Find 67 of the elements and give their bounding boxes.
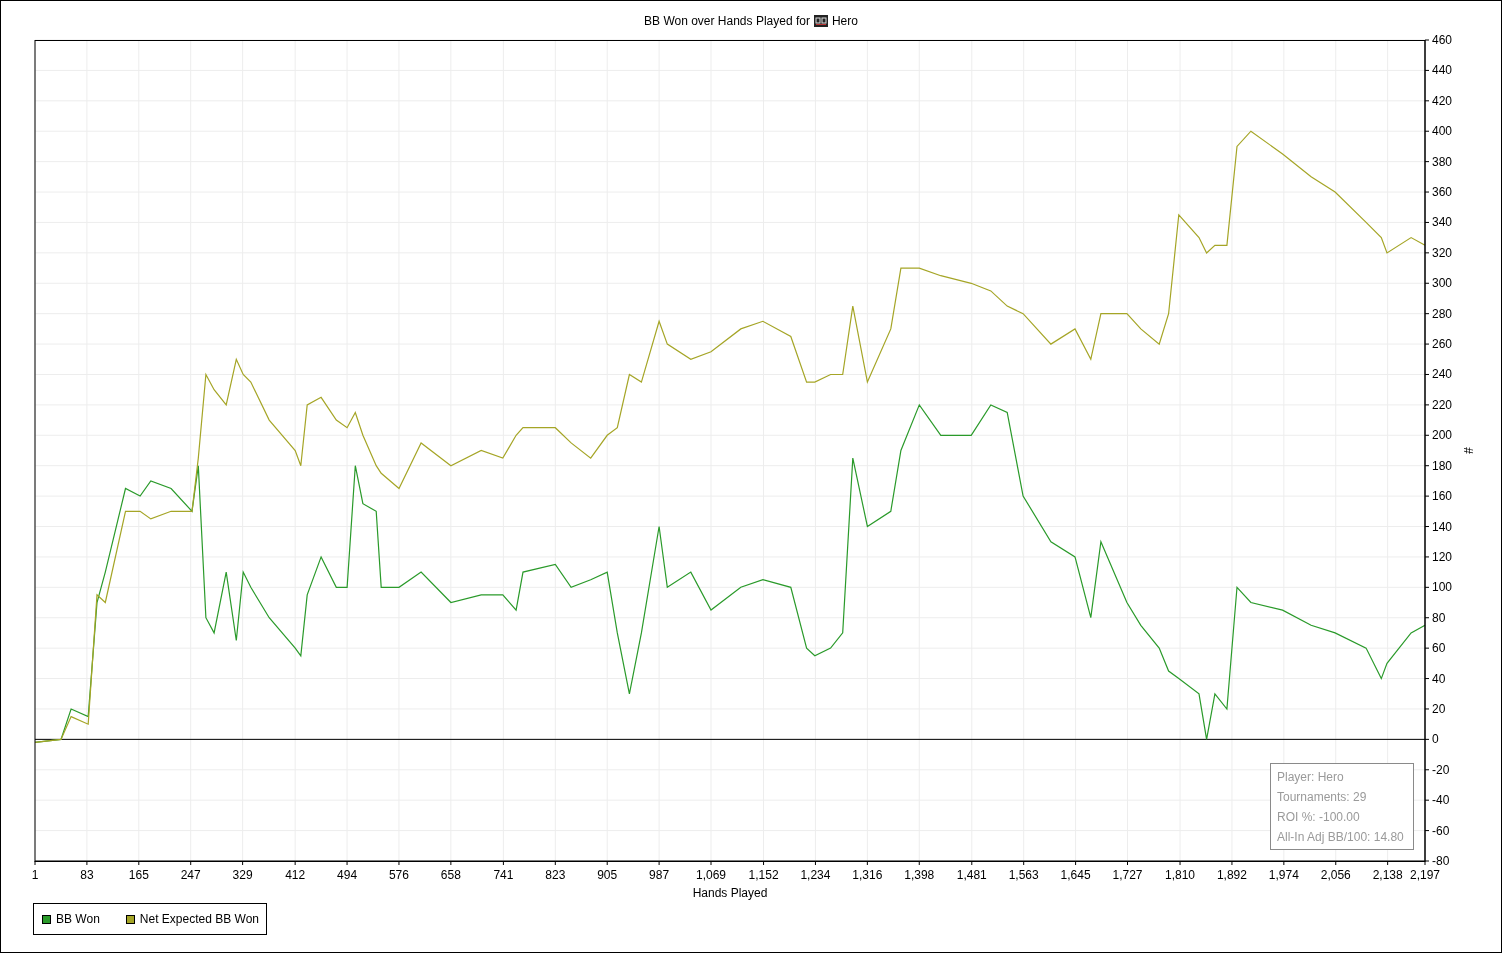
axis-tick-label: 1,234	[800, 868, 831, 882]
axis-tick-label: 2,197	[1410, 868, 1440, 882]
axis-tick-label: 140	[1432, 519, 1453, 534]
axis-tick-label: 165	[128, 868, 149, 882]
axis-tick-label: 80	[1432, 610, 1446, 625]
axis-tick-label: 120	[1432, 549, 1453, 564]
axis-tick-label: 160	[1432, 489, 1453, 504]
axis-tick-label: 1,727	[1112, 868, 1143, 882]
axis-tick-label: 400	[1432, 124, 1453, 139]
axis-tick-label: 741	[493, 868, 514, 882]
axis-tick-label: 100	[1432, 580, 1453, 595]
axis-tick-label: 1,481	[956, 868, 987, 882]
site-logo-icon	[813, 14, 828, 27]
axis-tick-label: 180	[1432, 458, 1453, 473]
axis-tick-label: 280	[1432, 306, 1453, 321]
stat-text: Player: Hero	[1277, 769, 1345, 786]
axis-tick-label: -20	[1432, 762, 1450, 777]
axis-tick-label: 1,974	[1268, 868, 1299, 882]
axis-tick-label: 40	[1432, 671, 1446, 686]
axis-tick-label: 420	[1432, 93, 1453, 108]
axis-tick-label: 2,138	[1372, 868, 1403, 882]
axis-tick-label: -40	[1432, 793, 1450, 808]
axis-tick-label: 1,810	[1165, 868, 1196, 882]
axis-tick-label: 380	[1432, 154, 1453, 169]
axis-tick-label: 440	[1432, 63, 1453, 78]
axis-tick-label: 83	[80, 868, 94, 882]
axis-tick-label: 220	[1432, 397, 1453, 412]
axis-tick-label: 1,069	[696, 868, 727, 882]
stat-text: Tournaments: 29	[1277, 789, 1368, 806]
stat-text: ROI %: -100.00	[1277, 809, 1361, 826]
axis-tick-label: 2,056	[1320, 868, 1351, 882]
axis-tick-label: 200	[1432, 428, 1453, 443]
axis-tick-label: 1,563	[1008, 868, 1039, 882]
axis-tick-label: 905	[597, 868, 618, 882]
axis-tick-label: 1,892	[1216, 868, 1247, 882]
axis-tick-label: 0	[1432, 732, 1439, 747]
axis-tick-label: 987	[649, 868, 670, 882]
axis-tick-label: 320	[1432, 245, 1453, 260]
axis-tick-label: -80	[1432, 854, 1450, 868]
axis-tick-label: 823	[545, 868, 566, 882]
axis-tick-label: 60	[1432, 641, 1446, 656]
axis-tick-label: 260	[1432, 337, 1453, 352]
stat-text: All-In Adj BB/100: 14.80	[1277, 829, 1405, 846]
axis-tick-label: 360	[1432, 185, 1453, 200]
axis-tick-label: 1,645	[1060, 868, 1091, 882]
axis-tick-label: 1,316	[852, 868, 883, 882]
legend-label: Net Expected BB Won	[139, 911, 259, 928]
y-axis-title: #	[1461, 447, 1475, 454]
axis-tick-label: 240	[1432, 367, 1453, 382]
axis-tick-label: 329	[232, 868, 253, 882]
legend-label: BB Won	[56, 911, 100, 928]
chart-title: BB Won over Hands Played for	[644, 12, 810, 30]
axis-tick-label: 340	[1432, 215, 1453, 230]
player-name: Hero	[831, 12, 858, 30]
axis-tick-label: 247	[180, 868, 201, 882]
axis-tick-label: 412	[285, 868, 306, 882]
axis-tick-label: 1	[31, 868, 39, 882]
axis-tick-label: -60	[1432, 823, 1450, 838]
x-axis-title: Hands Played	[692, 886, 768, 900]
axis-tick-label: 658	[440, 868, 461, 882]
axis-tick-label: 1,152	[748, 868, 779, 882]
axis-tick-label: 576	[388, 868, 409, 882]
axis-tick-label: 20	[1432, 701, 1446, 716]
axis-tick-label: 494	[337, 868, 358, 882]
axis-tick-label: 1,398	[904, 868, 935, 882]
axis-tick-label: 460	[1432, 33, 1453, 47]
axis-tick-label: 300	[1432, 276, 1453, 291]
